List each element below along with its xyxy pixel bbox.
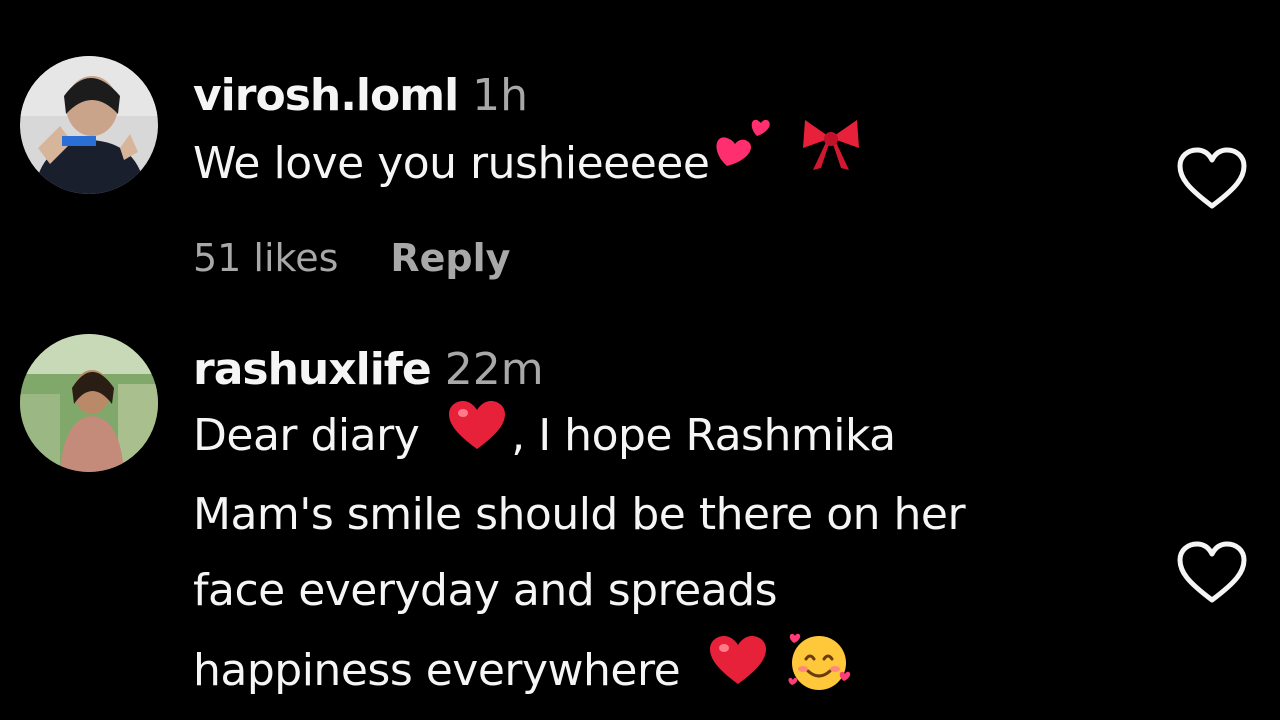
comment-text-line: face everyday and spreads: [193, 565, 778, 616]
comment-text-line: We love you rushieeeee: [193, 138, 710, 189]
comment-header: rashuxlife 22m: [193, 346, 1153, 394]
comment-body: virosh.loml 1h We love you rushieeeee 51 …: [193, 72, 1153, 280]
smiling-face-with-hearts-emoji: [786, 629, 852, 717]
comment-text-line: happiness everywhere: [193, 629, 1153, 717]
comment-text-line: Mam's smile should be there on her: [193, 489, 966, 540]
ribbon-emoji: [799, 114, 863, 196]
username[interactable]: virosh.loml: [193, 70, 459, 121]
comment-text: We love you rushieeeee: [193, 119, 1153, 202]
reply-button[interactable]: Reply: [390, 236, 510, 280]
heart-outline-icon[interactable]: [1176, 146, 1248, 212]
comment-text-segment: Dear diary: [193, 410, 420, 461]
comment-actions: 51 likes Reply: [193, 236, 1153, 280]
avatar[interactable]: [20, 334, 158, 472]
comment-text-line: Dear diary , I hope Rashmika: [193, 398, 1153, 477]
heart-outline-icon[interactable]: [1176, 540, 1248, 606]
comment-body: rashuxlife 22m Dear diary , I hope Rashmi…: [193, 346, 1153, 717]
comment-text: Dear diary , I hope Rashmika Mam's smile…: [193, 398, 1153, 717]
timestamp: 1h: [472, 70, 529, 121]
comment-text-segment: , I hope Rashmika: [511, 410, 896, 461]
comment-header: virosh.loml 1h: [193, 72, 1153, 120]
red-heart-emoji: [447, 399, 507, 477]
two-hearts-emoji: [713, 114, 775, 198]
likes-count[interactable]: 51 likes: [193, 236, 338, 280]
red-heart-emoji: [708, 634, 768, 712]
timestamp: 22m: [444, 344, 544, 395]
avatar[interactable]: [20, 56, 158, 194]
comment-text-segment: happiness everywhere: [193, 645, 681, 696]
username[interactable]: rashuxlife: [193, 344, 432, 395]
